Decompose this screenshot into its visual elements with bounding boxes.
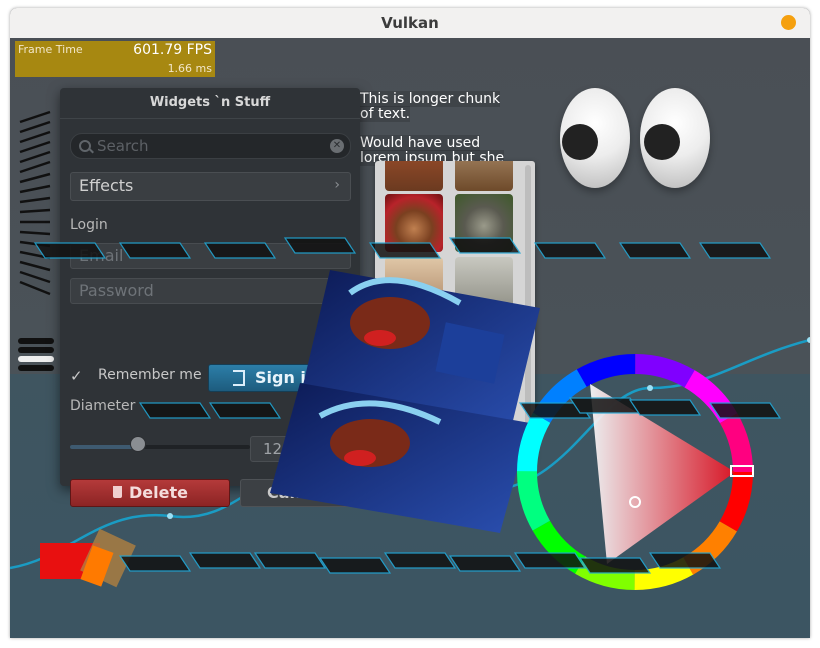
titlebar: Vulkan [10,8,810,39]
close-button[interactable] [781,15,796,30]
render-canvas: Frame Time 601.79 FPS 1.66 ms This is lo… [10,38,810,638]
spinner-rows [33,237,782,574]
app-window: Vulkan Frame Time 601.79 FPS 1.66 ms Thi… [10,8,810,638]
window-title: Vulkan [381,14,439,32]
